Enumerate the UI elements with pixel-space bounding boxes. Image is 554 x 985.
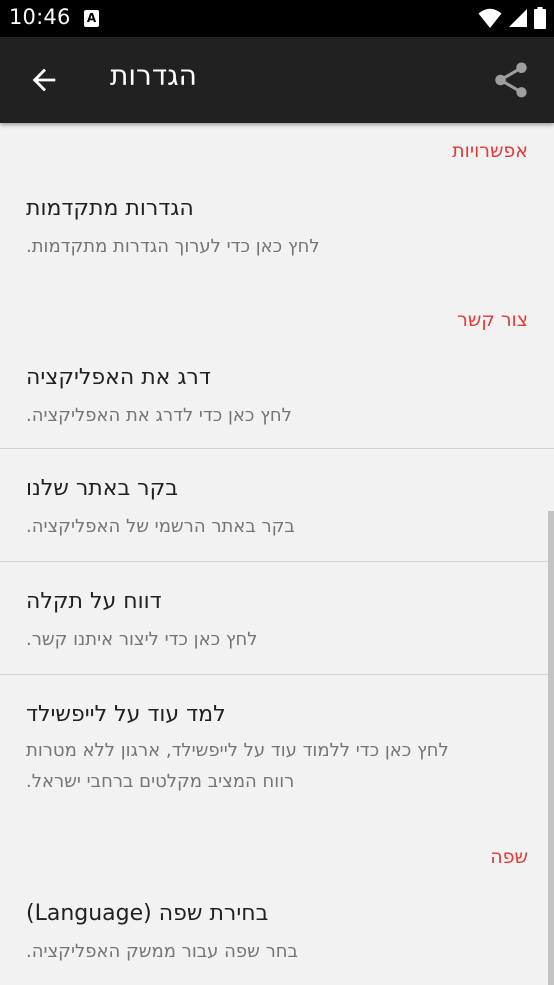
scrollbar[interactable]	[548, 511, 554, 985]
pref-title: למד עוד על לייפשילד	[26, 702, 226, 727]
pref-title: דווח על תקלה	[26, 589, 162, 614]
arrow-back-icon	[32, 68, 56, 92]
section-header-language: שפה	[490, 846, 528, 868]
section-header-options: אפשרויות	[452, 140, 528, 162]
pref-learn-more[interactable]: למד עוד על לייפשילד לחץ כאן כדי ללמוד עו…	[0, 675, 554, 815]
pref-summary-line-1: לחץ כאן כדי ללמוד עוד על לייפשילד, ארגון…	[26, 740, 449, 761]
pref-language[interactable]: בחירת שפה (Language) בחר שפה עבור ממשק ה…	[0, 886, 554, 985]
section-header-contact: צור קשר	[457, 309, 528, 331]
pref-summary: לחץ כאן כדי לערוך הגדרות מתקדמות.	[26, 236, 320, 257]
pref-title: דרג את האפליקציה	[26, 365, 211, 390]
status-icons	[478, 6, 546, 30]
pref-advanced-settings[interactable]: הגדרות מתקדמות לחץ כאן כדי לערוך הגדרות …	[0, 181, 554, 291]
pref-title: בקר באתר שלנו	[26, 476, 178, 501]
pref-summary: בקר באתר הרשמי של האפליקציה.	[26, 516, 295, 537]
pref-summary: לחץ כאן כדי לדרג את האפליקציה.	[26, 405, 292, 426]
status-bar: 10:46 A	[0, 0, 554, 37]
share-button[interactable]	[490, 59, 532, 101]
pref-title: הגדרות מתקדמות	[26, 196, 194, 221]
back-button[interactable]	[27, 63, 61, 97]
share-icon	[495, 62, 527, 98]
notification-app-icon: A	[84, 10, 99, 27]
pref-title: בחירת שפה (Language)	[26, 901, 269, 926]
pref-summary-line-2: רווח המציב מקלטים ברחבי ישראל.	[26, 771, 295, 792]
battery-icon	[534, 7, 546, 29]
status-time: 10:46	[9, 5, 71, 29]
pref-summary: לחץ כאן כדי ליצור איתנו קשר.	[26, 629, 258, 650]
wifi-icon	[478, 8, 502, 28]
pref-rate-app[interactable]: דרג את האפליקציה לחץ כאן כדי לדרג את האפ…	[0, 350, 554, 448]
page-title: הגדרות	[110, 59, 197, 92]
settings-list[interactable]: אפשרויות הגדרות מתקדמות לחץ כאן כדי לערו…	[0, 123, 554, 985]
pref-visit-website[interactable]: בקר באתר שלנו בקר באתר הרשמי של האפליקצי…	[0, 449, 554, 561]
pref-summary: בחר שפה עבור ממשק האפליקציה.	[26, 941, 298, 962]
cellular-signal-icon	[509, 9, 527, 27]
pref-report-bug[interactable]: דווח על תקלה לחץ כאן כדי ליצור איתנו קשר…	[0, 562, 554, 674]
app-toolbar: הגדרות	[0, 37, 554, 123]
